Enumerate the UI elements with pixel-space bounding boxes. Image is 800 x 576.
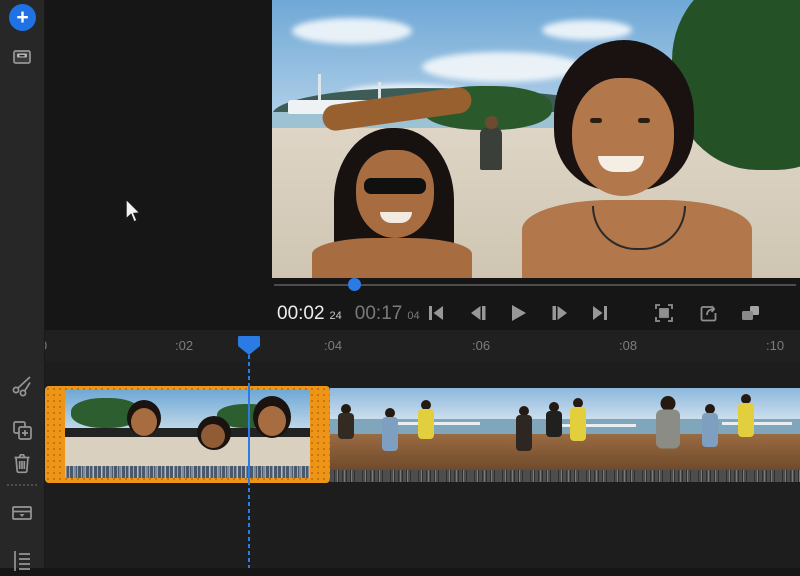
mouse-cursor [120, 197, 144, 230]
timeline-ruler[interactable]: :00 :02 :04 :06 :08 :10 [44, 330, 800, 362]
play-button[interactable] [504, 302, 532, 328]
ruler-label: :02 [175, 338, 193, 353]
man-face [572, 78, 674, 196]
clip-1-audio-waveform [65, 466, 310, 478]
delete-clip-button[interactable] [0, 450, 44, 480]
ruler-label: :08 [619, 338, 637, 353]
playhead-handle[interactable] [236, 333, 262, 359]
ruler-label: :04 [324, 338, 342, 353]
fullscreen-button[interactable] [650, 302, 678, 328]
woman-torso [312, 238, 472, 278]
fullscreen-icon [653, 302, 675, 329]
float-window-button[interactable] [736, 302, 764, 328]
frame-back-icon [467, 302, 489, 329]
duplicate-icon [10, 419, 34, 448]
cloud [422, 52, 582, 82]
timeline-clip-selected[interactable] [45, 386, 330, 483]
next-edit-button[interactable] [586, 302, 614, 328]
man-eye [638, 118, 650, 123]
split-clip-button[interactable] [0, 372, 44, 402]
duration-time: 00:17 [355, 303, 403, 325]
timeline-clip-2[interactable] [330, 388, 800, 482]
preview-scrubber-handle[interactable] [348, 278, 361, 291]
woman-face [356, 150, 434, 238]
duplicate-clip-button[interactable] [0, 418, 44, 448]
background-person [480, 128, 502, 170]
woman-sunglasses [364, 178, 426, 194]
left-toolbar: + [0, 0, 45, 568]
overlap-windows-icon [738, 302, 762, 329]
previous-edit-button[interactable] [422, 302, 450, 328]
video-preview[interactable] [272, 0, 800, 278]
cloud [292, 18, 412, 44]
frame-forward-icon [549, 302, 571, 329]
playhead-line-over-clip [248, 386, 250, 483]
step-forward-button[interactable] [546, 302, 574, 328]
clip-1-thumbnails [65, 390, 310, 478]
cloud [542, 20, 632, 40]
share-button[interactable] [695, 302, 723, 328]
current-frames: 24 [330, 310, 342, 322]
add-media-button[interactable]: + [9, 4, 36, 31]
scissors-icon [10, 373, 34, 402]
collapse-tracks-button[interactable] [0, 500, 44, 530]
duration-frames: 04 [407, 310, 419, 322]
media-browser-icon [11, 47, 33, 72]
skip-forward-icon [589, 302, 611, 329]
tray-down-icon [10, 503, 34, 528]
media-browser-button[interactable] [0, 44, 44, 74]
ruler-label: :10 [766, 338, 784, 353]
toolbar-divider [6, 484, 38, 486]
background-person-head [485, 116, 498, 129]
track-controls-button[interactable] [0, 546, 44, 576]
skip-back-icon [425, 302, 447, 329]
trash-icon [11, 451, 33, 480]
current-time: 00:02 [277, 303, 325, 325]
track-list-icon [10, 547, 34, 576]
man-eye [590, 118, 602, 123]
play-icon [507, 302, 529, 329]
clip-2-audio-waveform [330, 470, 800, 482]
ruler-label: :06 [472, 338, 490, 353]
step-back-button[interactable] [464, 302, 492, 328]
timecode-display: 00:02 24 00:17 04 [277, 303, 420, 327]
share-icon [698, 302, 720, 329]
